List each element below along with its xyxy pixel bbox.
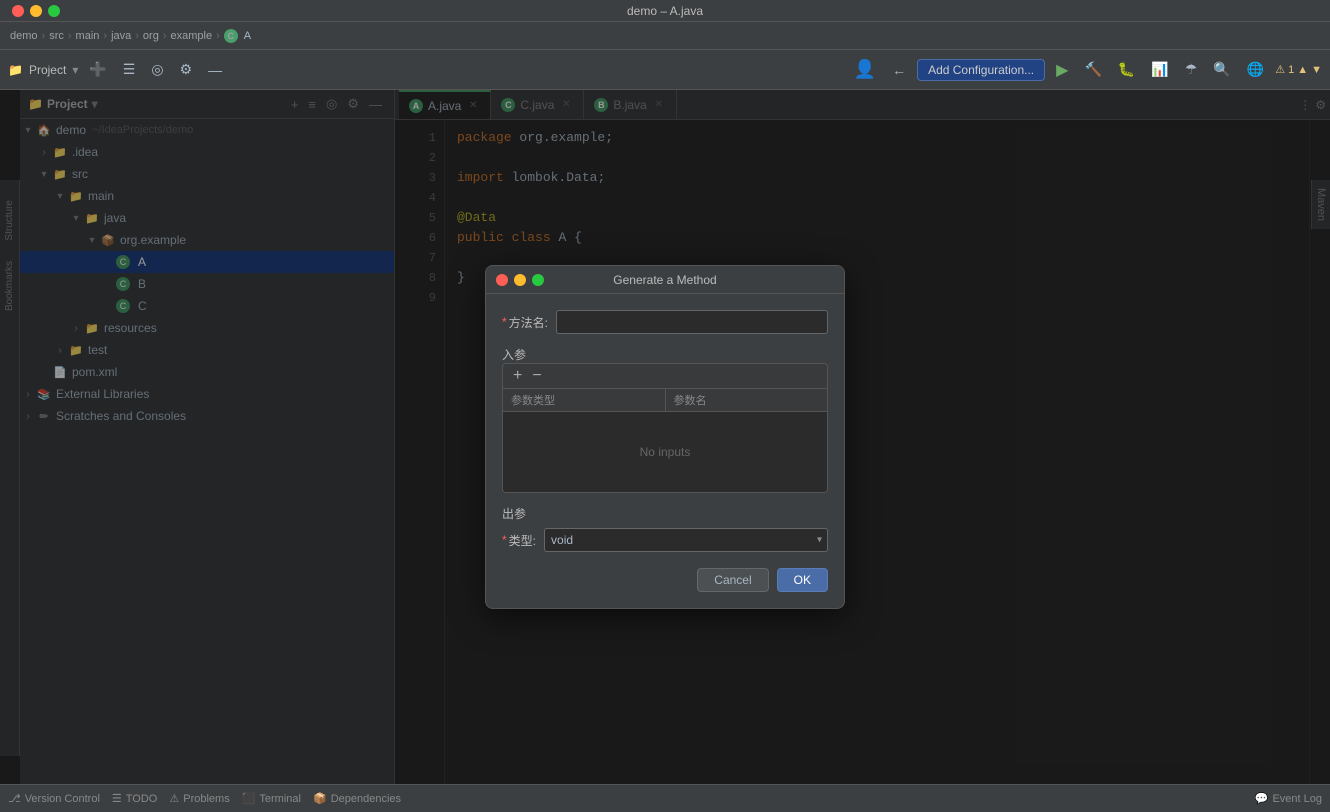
bc-current[interactable]: A xyxy=(244,30,251,42)
settings-button[interactable]: ⚙ xyxy=(175,58,198,81)
todo-button[interactable]: ☰ TODO xyxy=(112,792,157,805)
debug-button[interactable]: 🐛 xyxy=(1113,58,1140,81)
required-star-type: * xyxy=(502,533,507,547)
add-configuration-button[interactable]: Add Configuration... xyxy=(917,59,1045,81)
dialog-title: Generate a Method xyxy=(613,273,716,287)
params-toolbar: + − xyxy=(503,364,827,389)
dialog-overlay: Generate a Method * 方法名: 入参 xyxy=(0,90,1330,784)
toolbar-right: 👤 ← Add Configuration... ▶ 🔨 🐛 📊 ☂ 🔍 🌐 ⚠… xyxy=(849,56,1322,83)
remove-param-button[interactable]: − xyxy=(530,368,543,384)
eventlog-icon: 💬 xyxy=(1255,792,1269,805)
locate-button[interactable]: ◎ xyxy=(146,58,168,81)
build-button[interactable]: 🔨 xyxy=(1079,58,1106,81)
event-log-button[interactable]: 💬 Event Log xyxy=(1255,792,1322,805)
project-dropdown-icon[interactable]: ▾ xyxy=(72,63,78,77)
terminal-button[interactable]: ⬛ Terminal xyxy=(242,792,301,805)
params-table: + − 参数类型 参数名 No inputs xyxy=(502,363,828,493)
search-button[interactable]: 🔍 xyxy=(1208,58,1235,81)
bottom-bar: ⎇ Version Control ☰ TODO ⚠ Problems ⬛ Te… xyxy=(0,784,1330,812)
project-label[interactable]: Project xyxy=(29,63,66,77)
run-button[interactable]: ▶ xyxy=(1051,57,1073,83)
dialog-window-controls xyxy=(496,274,544,286)
dialog-titlebar: Generate a Method xyxy=(486,266,844,294)
problems-button[interactable]: ⚠ Problems xyxy=(169,792,229,805)
method-name-label: * 方法名: xyxy=(502,314,548,331)
required-star-name: * xyxy=(502,315,507,329)
bc-example[interactable]: example xyxy=(171,30,213,42)
param-name-header: 参数名 xyxy=(666,389,828,411)
params-section: 入参 + − 参数类型 参数名 No inputs xyxy=(502,346,828,493)
add-param-button[interactable]: + xyxy=(511,368,524,384)
type-label: * 类型: xyxy=(502,532,536,549)
minimize-button[interactable] xyxy=(30,5,42,17)
generate-method-dialog: Generate a Method * 方法名: 入参 xyxy=(485,265,845,609)
no-inputs-label: No inputs xyxy=(640,445,691,459)
type-select-wrapper: void int String boolean double long Obje… xyxy=(544,528,828,552)
add-module-button[interactable]: ➕ xyxy=(84,58,111,81)
param-type-header: 参数类型 xyxy=(503,389,666,411)
window-controls xyxy=(12,5,60,17)
version-control-button[interactable]: ⎇ Version Control xyxy=(8,792,100,805)
maximize-button[interactable] xyxy=(48,5,60,17)
collapse-all-button[interactable]: ☰ xyxy=(118,58,141,81)
output-section: 出参 * 类型: void int String boolean xyxy=(502,505,828,552)
bc-java[interactable]: java xyxy=(111,30,131,42)
dialog-max-button[interactable] xyxy=(532,274,544,286)
method-name-row: * 方法名: xyxy=(502,310,828,334)
ok-button[interactable]: OK xyxy=(777,568,828,592)
bc-demo[interactable]: demo xyxy=(10,30,38,42)
close-button[interactable] xyxy=(12,5,24,17)
dialog-min-button[interactable] xyxy=(514,274,526,286)
params-body: No inputs xyxy=(503,412,827,492)
problems-icon: ⚠ xyxy=(169,792,179,805)
dialog-body: * 方法名: 入参 + − 参数类型 参数名 xyxy=(486,294,844,568)
output-section-label: 出参 xyxy=(502,505,828,522)
bc-org[interactable]: org xyxy=(143,30,159,42)
terminal-icon: ⬛ xyxy=(242,792,256,805)
toolbar-left: 📁 Project ▾ ➕ ☰ ◎ ⚙ — xyxy=(8,58,227,81)
class-icon: C xyxy=(224,29,238,43)
coverage-button[interactable]: ☂ xyxy=(1180,58,1203,81)
back-button[interactable]: ← xyxy=(887,59,911,81)
profile-button[interactable]: 👤 xyxy=(849,56,881,83)
type-select[interactable]: void int String boolean double long Obje… xyxy=(544,528,828,552)
params-section-label: 入参 xyxy=(502,346,828,363)
bc-src[interactable]: src xyxy=(49,30,64,42)
dependencies-button[interactable]: 📦 Dependencies xyxy=(313,792,401,805)
dialog-close-button[interactable] xyxy=(496,274,508,286)
user-button[interactable]: 🌐 xyxy=(1242,58,1269,81)
method-name-input[interactable] xyxy=(556,310,828,334)
warning-up-arrow[interactable]: ▲ xyxy=(1297,64,1308,76)
window-title: demo – A.java xyxy=(627,4,703,18)
dialog-actions: Cancel OK xyxy=(486,568,844,608)
breadcrumb: demo › src › main › java › org › example… xyxy=(0,22,1330,50)
warning-down-arrow[interactable]: ▼ xyxy=(1311,64,1322,76)
deps-icon: 📦 xyxy=(313,792,327,805)
project-icon: 📁 xyxy=(8,63,23,77)
profile-run-button[interactable]: 📊 xyxy=(1146,58,1173,81)
cancel-button[interactable]: Cancel xyxy=(697,568,768,592)
warning-badge: ⚠ 1 ▲ ▼ xyxy=(1275,63,1322,76)
vc-icon: ⎇ xyxy=(8,792,21,805)
toolbar: 📁 Project ▾ ➕ ☰ ◎ ⚙ — 👤 ← Add Configurat… xyxy=(0,50,1330,90)
close-panel-button[interactable]: — xyxy=(203,59,227,81)
type-row: * 类型: void int String boolean double lon… xyxy=(502,528,828,552)
todo-icon: ☰ xyxy=(112,792,122,805)
params-header: 参数类型 参数名 xyxy=(503,389,827,412)
title-bar: demo – A.java xyxy=(0,0,1330,22)
bc-main[interactable]: main xyxy=(76,30,100,42)
